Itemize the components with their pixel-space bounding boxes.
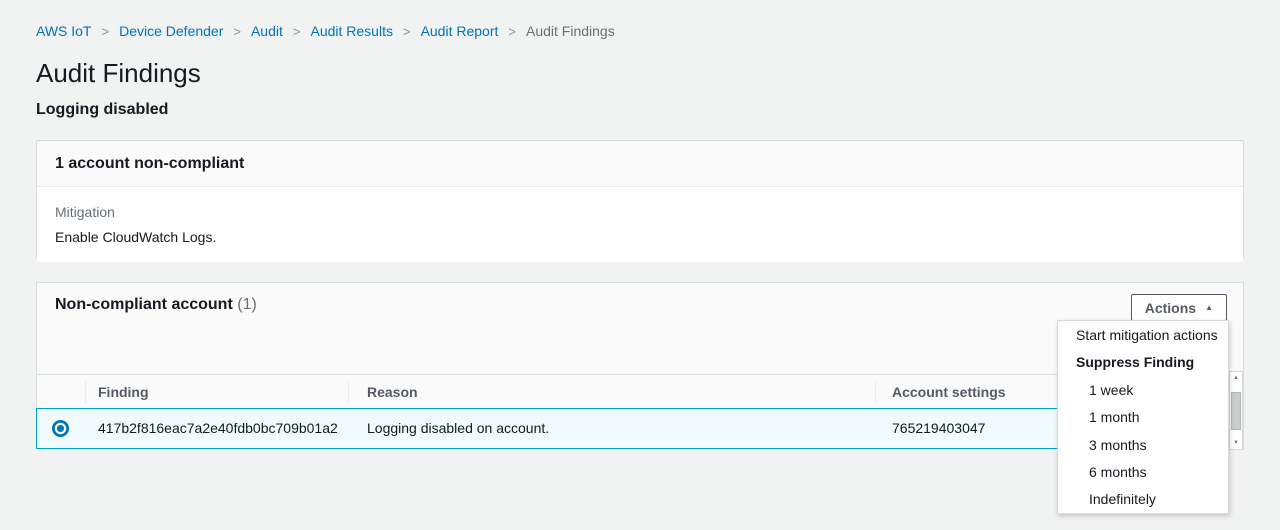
mitigation-label: Mitigation — [55, 204, 1225, 220]
scrollbar-up-icon[interactable]: ▲ — [1233, 375, 1239, 381]
column-divider — [348, 381, 349, 403]
breadcrumb-aws-iot[interactable]: AWS IoT — [36, 23, 92, 39]
breadcrumb-separator-icon: > — [102, 24, 110, 39]
summary-card-title: 1 account non-compliant — [55, 155, 244, 172]
menu-item-1-month[interactable]: 1 month — [1058, 404, 1228, 431]
menu-section-suppress-finding: Suppress Finding — [1058, 349, 1228, 376]
findings-card-title: Non-compliant account — [55, 296, 233, 313]
findings-count-badge: (1) — [237, 296, 257, 313]
column-header-account-settings[interactable]: Account settings — [892, 375, 1006, 409]
breadcrumb-separator-icon: > — [233, 24, 241, 39]
summary-card-body: Mitigation Enable CloudWatch Logs. — [37, 187, 1243, 262]
breadcrumb-separator-icon: > — [508, 24, 516, 39]
breadcrumb-audit-findings-current: Audit Findings — [526, 23, 615, 39]
table-row-selected[interactable]: 417b2f816eac7a2e40fdb0bc709b01a2 Logging… — [36, 408, 1230, 449]
actions-menu: Start mitigation actions Suppress Findin… — [1057, 320, 1229, 514]
scrollbar-down-icon[interactable]: ▼ — [1233, 440, 1239, 446]
menu-item-1-week[interactable]: 1 week — [1058, 377, 1228, 404]
actions-button-label: Actions — [1145, 300, 1196, 316]
menu-item-6-months[interactable]: 6 months — [1058, 459, 1228, 486]
actions-button[interactable]: Actions ▲ — [1131, 294, 1227, 321]
breadcrumb: AWS IoT > Device Defender > Audit > Audi… — [36, 23, 615, 39]
breadcrumb-device-defender[interactable]: Device Defender — [119, 23, 223, 39]
breadcrumb-audit-results[interactable]: Audit Results — [310, 23, 392, 39]
breadcrumb-audit-report[interactable]: Audit Report — [421, 23, 499, 39]
table-scrollbar[interactable]: ▲ ▼ — [1229, 371, 1243, 450]
column-header-finding[interactable]: Finding — [98, 375, 149, 409]
audit-findings-page: AWS IoT > Device Defender > Audit > Audi… — [0, 0, 1280, 530]
finding-reason: Logging disabled on account. — [367, 409, 549, 447]
summary-card: 1 account non-compliant Mitigation Enabl… — [36, 140, 1244, 258]
page-subtitle: Logging disabled — [36, 101, 168, 119]
summary-card-header: 1 account non-compliant — [37, 141, 1243, 187]
account-settings-link[interactable]: 765219403047 — [892, 409, 985, 447]
mitigation-value: Enable CloudWatch Logs. — [55, 229, 1225, 245]
menu-item-start-mitigation-actions[interactable]: Start mitigation actions — [1058, 322, 1228, 349]
column-header-reason[interactable]: Reason — [367, 375, 418, 409]
column-divider — [85, 381, 86, 403]
page-title: Audit Findings — [36, 58, 201, 89]
breadcrumb-separator-icon: > — [293, 24, 301, 39]
scrollbar-thumb[interactable] — [1231, 392, 1241, 430]
column-divider — [875, 381, 876, 403]
row-radio-selected-icon[interactable] — [52, 420, 69, 437]
finding-id: 417b2f816eac7a2e40fdb0bc709b01a2 — [98, 409, 338, 447]
breadcrumb-audit[interactable]: Audit — [251, 23, 283, 39]
breadcrumb-separator-icon: > — [403, 24, 411, 39]
chevron-up-icon: ▲ — [1205, 304, 1213, 312]
menu-item-3-months[interactable]: 3 months — [1058, 432, 1228, 459]
menu-item-indefinitely[interactable]: Indefinitely — [1058, 486, 1228, 513]
